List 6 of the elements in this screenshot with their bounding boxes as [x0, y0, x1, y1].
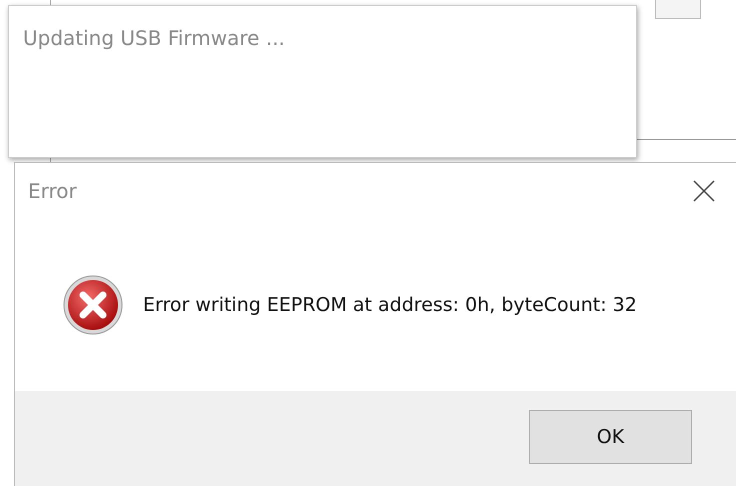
error-icon: [62, 274, 124, 336]
dialog-title: Error: [28, 179, 77, 203]
dialog-title: Updating USB Firmware ...: [23, 26, 285, 50]
close-icon[interactable]: [693, 180, 715, 202]
ok-button[interactable]: OK: [529, 410, 692, 464]
error-message: Error writing EEPROM at address: 0h, byteCount: 32: [143, 294, 637, 316]
